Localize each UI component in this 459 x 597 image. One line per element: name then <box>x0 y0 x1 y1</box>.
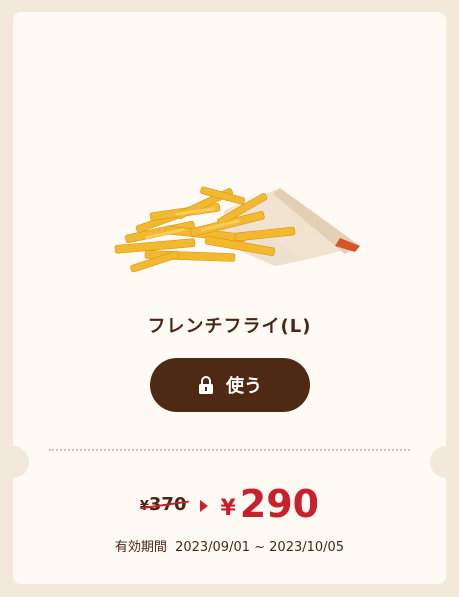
original-price-currency: ¥ <box>139 498 149 514</box>
use-button-label: 使う <box>226 376 262 397</box>
discount-price-value: 290 <box>239 482 320 526</box>
use-button[interactable]: 使う <box>150 358 310 412</box>
price-row: ¥370 ¥ 290 <box>13 474 446 534</box>
coupon-card: フレンチフライ(L) 使う ¥370 ¥ 290 有効期間 2023/09/01… <box>0 12 459 584</box>
lock-icon <box>199 376 213 394</box>
original-price: ¥370 <box>140 494 187 515</box>
discount-price-currency: ¥ <box>220 495 236 521</box>
original-price-value: 370 <box>148 493 187 515</box>
arrow-right-icon <box>200 500 209 512</box>
validity-label: 有効期間 <box>114 540 167 555</box>
product-name: フレンチフライ(L) <box>147 316 312 337</box>
validity-dates: 2023/09/01 ~ 2023/10/05 <box>175 540 345 555</box>
french-fries-image <box>114 186 360 272</box>
validity-period: 有効期間 2023/09/01 ~ 2023/10/05 <box>13 536 446 555</box>
perforation-divider <box>49 449 410 451</box>
